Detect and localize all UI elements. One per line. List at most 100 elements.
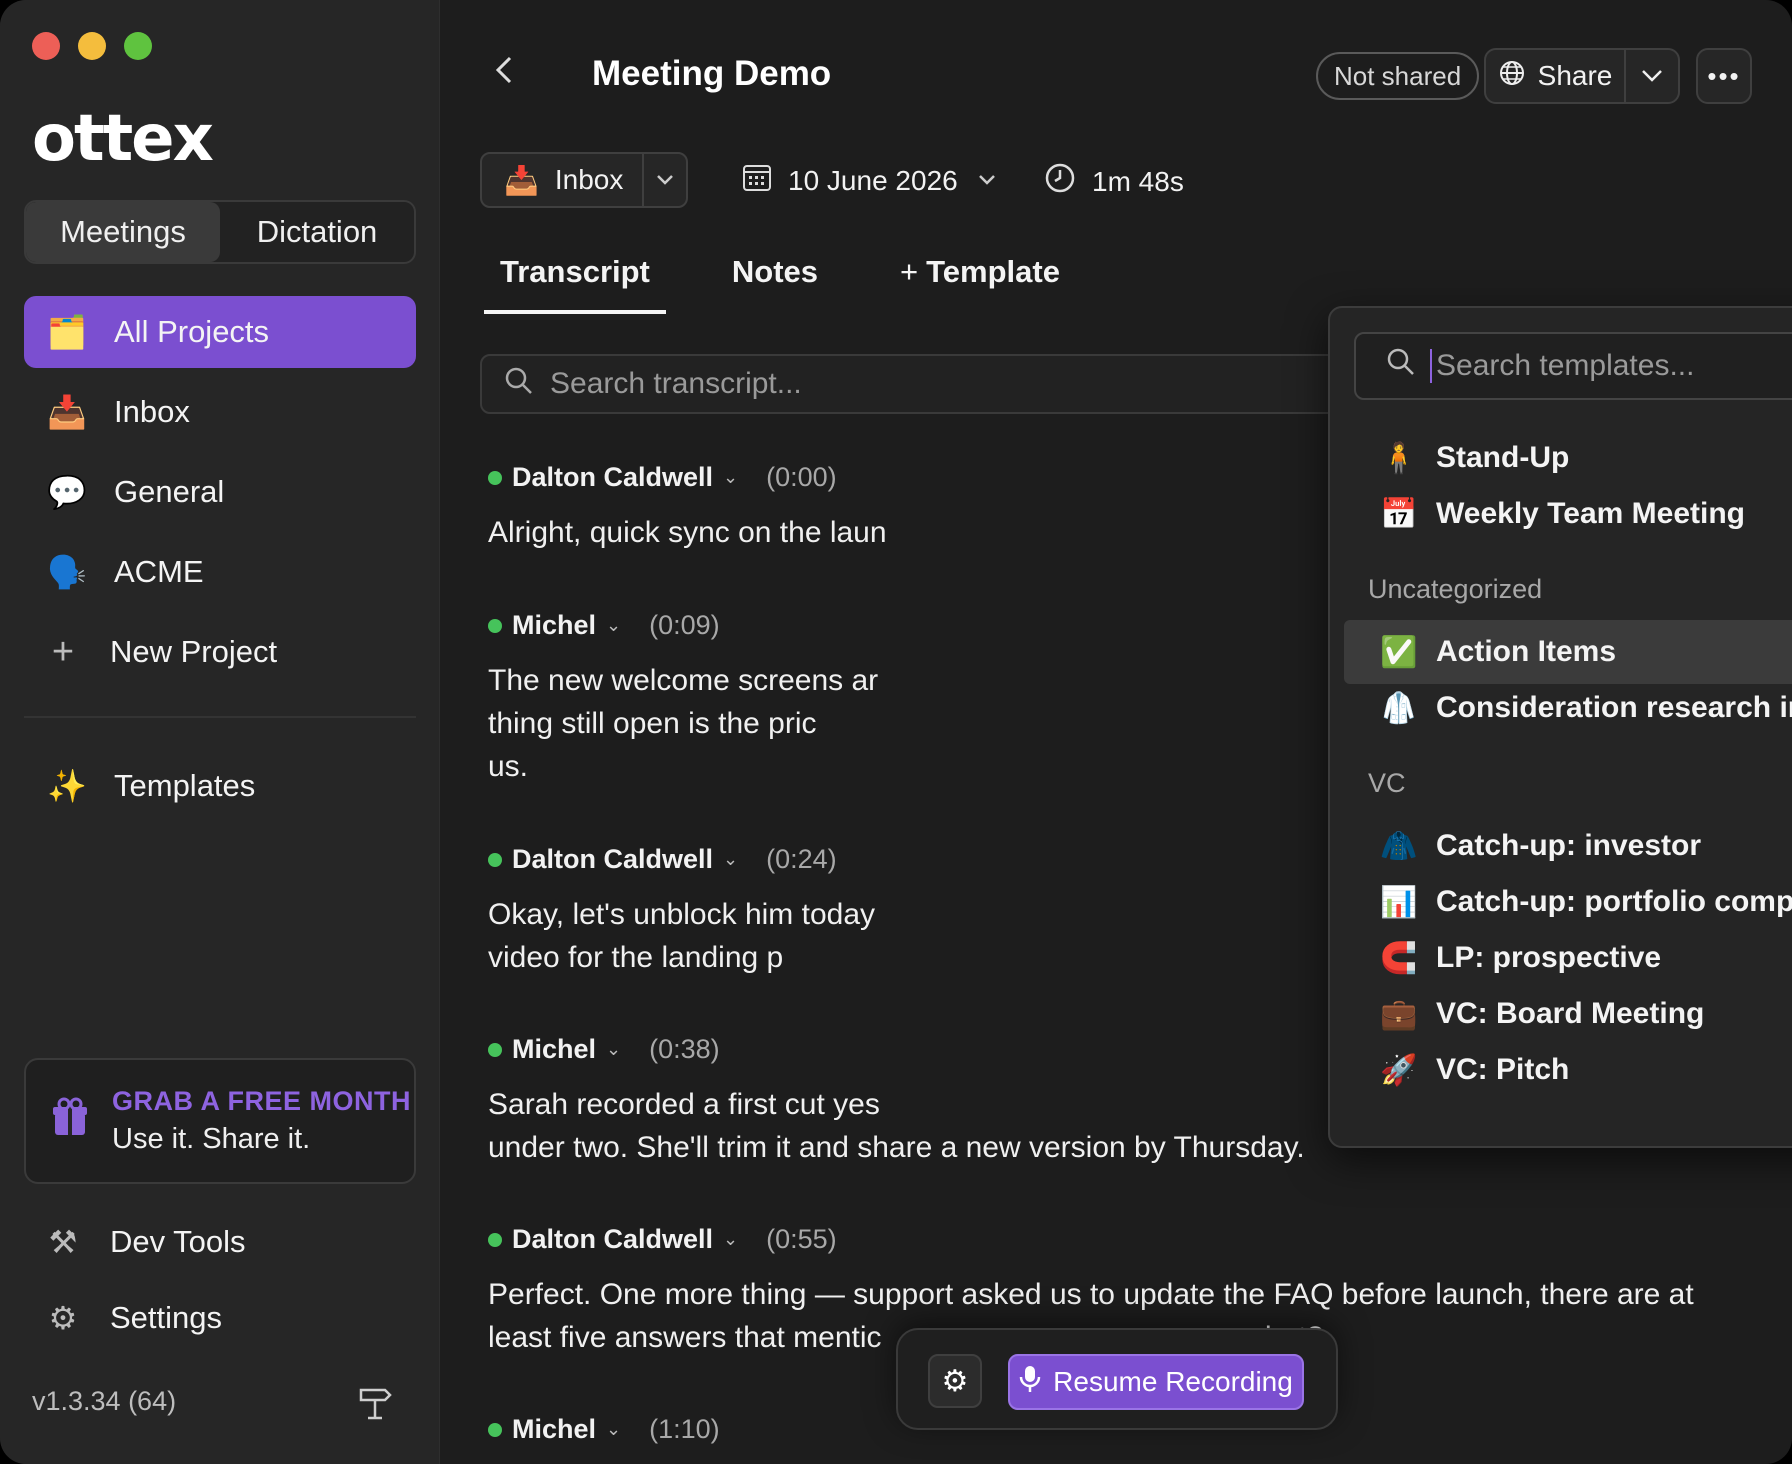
gear-icon: ⚙	[48, 1300, 78, 1336]
template-label: Weekly Team Meeting	[1436, 497, 1745, 530]
timestamp[interactable]: (0:09)	[649, 610, 720, 641]
tab-notes[interactable]: Notes	[716, 252, 834, 314]
sidebar-item-inbox[interactable]: 📥 Inbox	[24, 376, 416, 448]
sidebar-item-all-projects[interactable]: 🗂️ All Projects	[24, 296, 416, 368]
share-button[interactable]: Share	[1486, 50, 1626, 102]
segment-dictation[interactable]: Dictation	[220, 202, 414, 262]
plus-icon: +	[51, 630, 75, 673]
sidebar-item-settings[interactable]: ⚙ Settings	[24, 1282, 416, 1354]
sidebar-item-acme[interactable]: 🗣️ ACME	[24, 536, 416, 608]
meeting-date: 10 June 2026	[788, 164, 958, 196]
chevron-down-icon[interactable]	[642, 154, 686, 206]
mode-switcher: Meetings Dictation	[24, 200, 416, 264]
template-item-weekly-team-meeting[interactable]: 📅 Weekly Team Meeting	[1344, 482, 1792, 546]
speaker-dot	[488, 852, 502, 867]
duration-value: 1m 48s	[1092, 165, 1184, 197]
share-options-button[interactable]	[1626, 50, 1678, 102]
inbox-icon: 📥	[504, 164, 539, 196]
sidebar-item-label: Settings	[110, 1300, 223, 1335]
template-picker: 🧍 Stand-Up 📅 Weekly Team Meeting Uncateg…	[1328, 306, 1792, 1148]
speaker-name: Michel	[512, 1034, 597, 1064]
speaker-dot	[488, 1042, 502, 1057]
template-label: Catch-up: portfolio company	[1436, 885, 1792, 918]
back-button[interactable]	[492, 52, 516, 98]
speaker-dot	[488, 470, 502, 485]
chevron-down-icon: ⌄	[723, 467, 739, 487]
search-input[interactable]	[550, 367, 1150, 401]
magnet-icon: 🧲	[1380, 941, 1418, 975]
signpost-icon[interactable]	[358, 1384, 392, 1428]
template-label: Catch-up: investor	[1436, 829, 1702, 862]
template-item-consideration-research[interactable]: 🥼 Consideration research interviews	[1344, 676, 1792, 740]
clock-icon	[1044, 162, 1076, 201]
speaker-name: Dalton Caldwell	[512, 462, 714, 492]
inbox-icon: 📥	[47, 394, 87, 430]
new-project-button[interactable]: + New Project	[24, 616, 416, 688]
template-item-vc-pitch[interactable]: 🚀 VC: Pitch	[1344, 1038, 1792, 1102]
resume-recording-button[interactable]: Resume Recording	[1008, 1354, 1304, 1410]
template-category-vc: VC	[1368, 768, 1406, 798]
main-panel: Meeting Demo Not shared Share ••• 📥 Inbo…	[440, 0, 1792, 1464]
bar-chart-icon: 📊	[1380, 885, 1418, 919]
template-item-catch-up-investor[interactable]: 🧥 Catch-up: investor	[1344, 814, 1792, 878]
app-version: v1.3.34 (64)	[32, 1386, 177, 1416]
sidebar-item-label: New Project	[110, 634, 278, 669]
tab-bar: Transcript Notes + Template	[484, 252, 1126, 314]
template-item-stand-up[interactable]: 🧍 Stand-Up	[1344, 426, 1792, 490]
template-item-catch-up-portfolio[interactable]: 📊 Catch-up: portfolio company	[1344, 870, 1792, 934]
sidebar-item-label: Dev Tools	[110, 1224, 246, 1259]
template-label: VC: Pitch	[1436, 1053, 1570, 1086]
speaker-dot	[488, 1422, 502, 1437]
template-label: LP: prospective	[1436, 941, 1662, 974]
sidebar-item-general[interactable]: 💬 General	[24, 456, 416, 528]
speech-bubble-icon: 💬	[47, 474, 87, 510]
chevron-down-icon: ⌄	[723, 1229, 739, 1249]
search-icon	[504, 366, 534, 403]
template-label: Consideration research interviews	[1436, 691, 1792, 724]
sidebar-item-label: All Projects	[114, 314, 270, 349]
sidebar: ottex Meetings Dictation 🗂️ All Projects…	[0, 0, 440, 1464]
segment-meetings[interactable]: Meetings	[26, 202, 220, 262]
tab-add-template[interactable]: + Template	[884, 252, 1076, 314]
project-nav: 🗂️ All Projects 📥 Inbox 💬 General 🗣️ ACM…	[24, 296, 416, 696]
sidebar-item-dev-tools[interactable]: ⚒ Dev Tools	[24, 1206, 416, 1278]
app-window: ottex Meetings Dictation 🗂️ All Projects…	[0, 0, 1792, 1464]
timestamp[interactable]: (0:55)	[766, 1224, 837, 1255]
date-dropdown[interactable]: 10 June 2026	[742, 162, 996, 199]
calendar-icon: 📅	[1380, 497, 1418, 531]
share-status-badge[interactable]: Not shared	[1316, 52, 1480, 100]
close-window-button[interactable]	[32, 32, 60, 60]
folder-icon: 🗂️	[47, 314, 87, 350]
plus-icon: +	[900, 254, 919, 289]
microphone-icon	[1019, 1364, 1041, 1401]
template-item-vc-board-meeting[interactable]: 💼 VC: Board Meeting	[1344, 982, 1792, 1046]
page-title: Meeting Demo	[592, 54, 832, 93]
timestamp[interactable]: (0:38)	[649, 1034, 720, 1065]
timestamp[interactable]: (1:10)	[649, 1414, 720, 1445]
sidebar-item-templates[interactable]: ✨ Templates	[24, 750, 416, 822]
recording-toolbar: ⚙ Resume Recording	[896, 1328, 1338, 1430]
person-standing-icon: 🧍	[1380, 441, 1418, 475]
promo-card[interactable]: GRAB A FREE MONTH Use it. Share it.	[24, 1058, 416, 1184]
app-logo: ottex	[32, 102, 214, 176]
recording-settings-button[interactable]: ⚙	[928, 1354, 982, 1408]
chevron-down-icon	[978, 169, 996, 192]
timestamp[interactable]: (0:24)	[766, 844, 837, 875]
template-item-lp-prospective[interactable]: 🧲 LP: prospective	[1344, 926, 1792, 990]
folder-dropdown[interactable]: 📥 Inbox	[480, 152, 688, 208]
template-search-input[interactable]	[1430, 349, 1792, 383]
more-options-button[interactable]: •••	[1696, 48, 1752, 104]
chevron-down-icon	[1641, 62, 1663, 90]
sidebar-item-label: Inbox	[114, 394, 190, 429]
chevron-down-icon: ⌄	[606, 1039, 622, 1059]
hammer-icon: ⚒	[48, 1224, 78, 1260]
chevron-down-icon: ⌄	[723, 849, 739, 869]
tab-transcript[interactable]: Transcript	[484, 252, 666, 314]
speaker-row[interactable]: Dalton Caldwell ⌄ (0:55)	[488, 1224, 1748, 1255]
template-item-action-items[interactable]: ✅ Action Items ☆	[1344, 620, 1792, 684]
resume-recording-label: Resume Recording	[1053, 1366, 1293, 1397]
maximize-window-button[interactable]	[124, 32, 152, 60]
timestamp[interactable]: (0:00)	[766, 462, 837, 493]
template-category-uncategorized: Uncategorized	[1368, 574, 1543, 604]
minimize-window-button[interactable]	[78, 32, 106, 60]
